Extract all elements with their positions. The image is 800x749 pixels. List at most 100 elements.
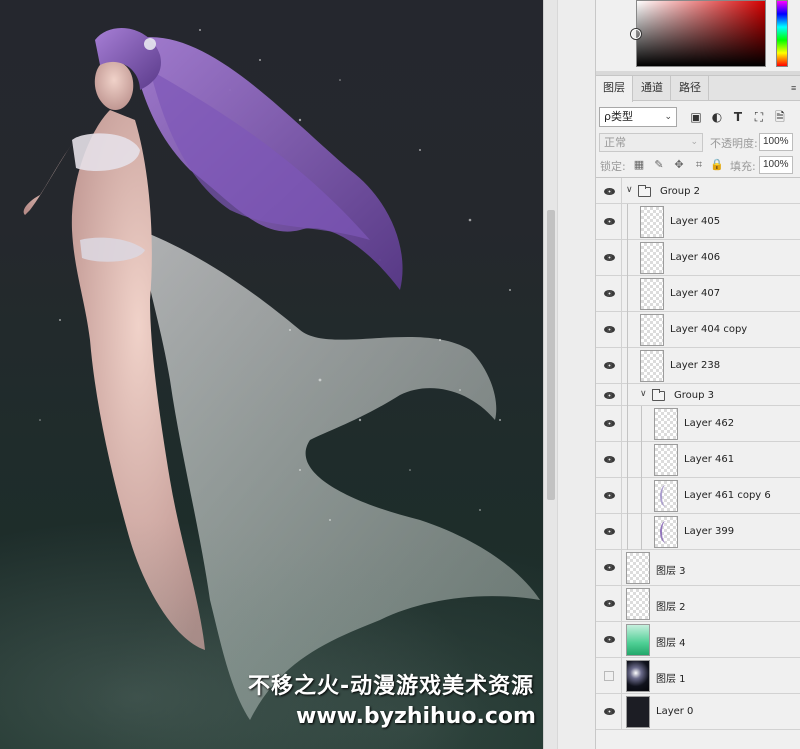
eye-icon[interactable] [604,254,615,261]
adjustment-filter-icon[interactable]: ◐ [709,109,725,125]
eye-icon[interactable] [604,420,615,427]
tab-channels[interactable]: 通道 [634,76,671,101]
layer-name: 图层 2 [656,602,686,613]
layer-thumbnail [640,206,664,238]
eye-icon[interactable] [604,188,615,195]
tab-layers[interactable]: 图层 [596,76,633,102]
blend-row: 正常 ⌄ 不透明度: 100% [596,132,800,154]
watermark-title: 不移之火-动漫游戏美术资源 [248,674,535,699]
layers-panel: 图层 通道 路径 ≡ ρ类型 ⌄ ▣ ◐ T ⛶ 🗎 正常 ⌄ 不透明度: 10… [595,0,800,749]
opacity-input[interactable]: 100% [759,133,793,151]
chevron-down-icon[interactable]: ∨ [626,185,633,195]
layer-thumbnail [640,278,664,310]
visibility-toggle[interactable] [596,240,622,275]
visibility-toggle[interactable] [596,478,622,513]
eye-icon[interactable] [604,492,615,499]
layer-row[interactable]: Layer 404 copy [596,312,800,348]
eye-icon[interactable] [604,456,615,463]
eye-icon[interactable] [604,392,615,399]
visibility-toggle[interactable] [596,204,622,239]
layer-row[interactable]: Layer 406 [596,240,800,276]
lock-all-icon[interactable]: 🔒 [710,158,724,172]
visibility-toggle[interactable] [596,658,622,693]
lock-position-icon[interactable]: ✥ [672,158,686,172]
layer-row[interactable]: Layer 461 [596,442,800,478]
layer-row[interactable]: Layer 0 [596,694,800,730]
layer-thumbnail [640,242,664,274]
layer-row[interactable]: Layer 238 [596,348,800,384]
layer-name: Layer 462 [684,418,735,429]
visibility-toggle[interactable] [596,178,622,203]
layer-thumbnail [626,552,650,584]
layer-row[interactable]: Layer 461 copy 6 [596,478,800,514]
eye-icon[interactable] [604,564,615,571]
blend-mode-select[interactable]: 正常 ⌄ [599,133,703,152]
layer-name: Group 3 [674,390,714,401]
layer-name: Layer 0 [656,706,694,717]
group-indent-line [627,348,628,384]
visibility-toggle[interactable] [596,442,622,477]
document-canvas[interactable]: 不移之火-动漫游戏美术资源 www.byzhihuo.com [0,0,543,749]
group-indent-line [627,276,628,312]
layer-row[interactable]: Layer 462 [596,406,800,442]
layer-row[interactable]: Layer 405 [596,204,800,240]
scrollbar-thumb[interactable] [547,210,555,500]
layer-row[interactable]: Layer 407 [596,276,800,312]
folder-icon [638,185,651,197]
layer-group-row[interactable]: ∨ Group 3 [596,384,800,406]
visibility-toggle[interactable] [596,384,622,405]
group-indent-line [641,406,642,442]
eye-icon[interactable] [604,528,615,535]
layer-row[interactable]: 图层 2 [596,586,800,622]
visibility-toggle[interactable] [596,312,622,347]
image-filter-icon[interactable]: ▣ [688,109,704,125]
visibility-off-icon[interactable] [604,671,614,681]
filter-kind-select[interactable]: ρ类型 ⌄ [599,107,677,127]
type-filter-icon[interactable]: T [730,109,746,125]
lock-label: 锁定: [600,160,626,173]
fill-input[interactable]: 100% [759,156,793,174]
lock-image-pixels-icon[interactable]: ✎ [652,158,666,172]
visibility-toggle[interactable] [596,694,622,729]
panel-menu-icon[interactable]: ≡ [791,76,800,100]
layer-name: 图层 1 [656,674,686,685]
layer-name: Layer 461 [684,454,735,465]
eye-icon[interactable] [604,218,615,225]
eye-icon[interactable] [604,636,615,643]
layer-group-row[interactable]: ∨ Group 2 [596,178,800,204]
layer-name: Layer 407 [670,288,721,299]
visibility-toggle[interactable] [596,514,622,549]
group-indent-line [627,204,628,240]
color-picker-field[interactable] [631,0,766,67]
layer-row[interactable]: Layer 399 [596,514,800,550]
watermark-url: www.byzhihuo.com [296,704,536,729]
layer-row[interactable]: 图层 4 [596,622,800,658]
color-picker-cursor[interactable] [631,29,641,39]
eye-icon[interactable] [604,600,615,607]
layer-name: Layer 406 [670,252,721,263]
eye-icon[interactable] [604,708,615,715]
visibility-toggle[interactable] [596,406,622,441]
shape-filter-icon[interactable]: ⛶ [751,109,767,125]
eye-icon[interactable] [604,362,615,369]
smart-object-filter-icon[interactable]: 🗎 [772,109,788,125]
tab-paths[interactable]: 路径 [672,76,709,101]
chevron-down-icon[interactable]: ∨ [640,389,647,399]
eye-icon[interactable] [604,290,615,297]
visibility-toggle[interactable] [596,276,622,311]
layer-thumbnail [640,314,664,346]
visibility-toggle[interactable] [596,550,622,585]
panel-tabs: 图层 通道 路径 ≡ [596,76,800,102]
hue-slider[interactable] [776,0,788,67]
canvas-vertical-scrollbar[interactable] [543,0,557,749]
lock-artboard-icon[interactable]: ⌗ [692,158,706,172]
visibility-toggle[interactable] [596,586,622,621]
visibility-toggle[interactable] [596,622,622,657]
eye-icon[interactable] [604,326,615,333]
layers-list: ∨ Group 2 Layer 405 Layer 406 Layer 407 [596,177,800,749]
lock-transparent-pixels-icon[interactable]: ▦ [632,158,646,172]
layer-row[interactable]: 图层 1 [596,658,800,694]
visibility-toggle[interactable] [596,348,622,383]
panel-gutter [557,0,595,749]
layer-row[interactable]: 图层 3 [596,550,800,586]
